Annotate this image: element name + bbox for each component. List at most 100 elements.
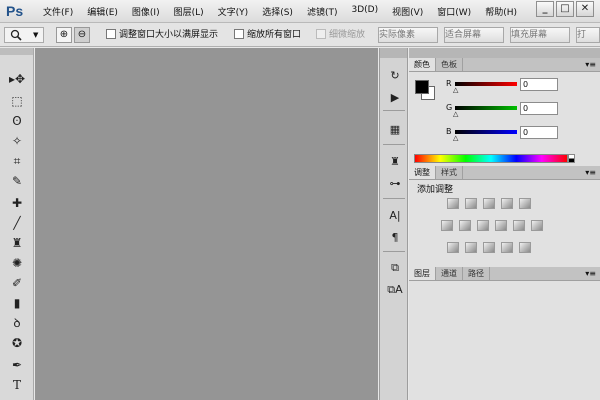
panel-menu-icon[interactable]: ▾≡ xyxy=(585,58,596,71)
channel-mixer-icon[interactable] xyxy=(513,220,525,231)
tab-adjustments[interactable]: 调整 xyxy=(409,166,436,179)
menu-help[interactable]: 帮助(H) xyxy=(478,5,524,18)
navigator-panel-icon[interactable]: ▦ xyxy=(386,122,404,138)
clone-stamp-tool-icon[interactable]: ♜ xyxy=(7,234,27,252)
dodge-tool-icon[interactable]: ✪ xyxy=(7,334,27,352)
exposure-icon[interactable] xyxy=(501,198,513,209)
tools-panel: ▸✥ ⬚ ʘ ✧ ⌗ ✎ ✚ ╱ ♜ ✺ ✐ ▮ ꝺ ✪ ✒ T xyxy=(0,48,34,400)
vibrance-icon[interactable] xyxy=(519,198,531,209)
panels-grip[interactable] xyxy=(409,48,600,58)
blue-slider[interactable] xyxy=(455,130,517,134)
zoom-out-button[interactable]: ⊖ xyxy=(74,27,90,43)
green-slider-thumb[interactable]: △ xyxy=(453,110,458,118)
menu-3d[interactable]: 3D(D) xyxy=(344,5,385,18)
crop-tool-icon[interactable]: ⌗ xyxy=(7,152,27,170)
menu-bar: Ps 文件(F) 编辑(E) 图像(I) 图层(L) 文字(Y) 选择(S) 滤… xyxy=(0,0,600,23)
green-slider[interactable] xyxy=(455,106,517,110)
menu-edit[interactable]: 编辑(E) xyxy=(80,5,125,18)
red-slider-thumb[interactable]: △ xyxy=(453,86,458,94)
marquee-tool-icon[interactable]: ⬚ xyxy=(7,92,27,110)
color-balance-icon[interactable] xyxy=(459,220,471,231)
menu-window[interactable]: 窗口(W) xyxy=(430,5,478,18)
eraser-tool-icon[interactable]: ✐ xyxy=(7,274,27,292)
lasso-tool-icon[interactable]: ʘ xyxy=(7,112,27,130)
dock-divider xyxy=(383,144,405,145)
history-panel-icon[interactable]: ↻ xyxy=(386,68,404,84)
toolbar-grip[interactable] xyxy=(0,48,33,55)
tab-swatches[interactable]: 色板 xyxy=(436,58,463,71)
panel-menu-icon[interactable]: ▾≡ xyxy=(585,166,596,179)
brush-presets-panel-icon[interactable]: ♜ xyxy=(386,154,404,170)
photo-filter-icon[interactable] xyxy=(495,220,507,231)
hue-saturation-icon[interactable] xyxy=(441,220,453,231)
quick-selection-tool-icon[interactable]: ✧ xyxy=(7,132,27,150)
blue-value-input[interactable]: 0 xyxy=(520,126,558,139)
fit-screen-button[interactable]: 适合屏幕 xyxy=(444,27,504,43)
levels-icon[interactable] xyxy=(465,198,477,209)
resize-windows-checkbox[interactable] xyxy=(106,28,116,39)
eyedropper-tool-icon[interactable]: ✎ xyxy=(7,172,27,190)
color-lookup-icon[interactable] xyxy=(531,220,543,231)
maximize-button[interactable]: □ xyxy=(556,1,574,17)
menu-image[interactable]: 图像(I) xyxy=(125,5,167,18)
add-adjustment-title: 添加调整 xyxy=(417,185,454,195)
scrubby-zoom-checkbox[interactable] xyxy=(316,28,326,39)
red-value-input[interactable]: 0 xyxy=(520,78,558,91)
black-white-icon[interactable] xyxy=(477,220,489,231)
tab-styles[interactable]: 样式 xyxy=(436,166,463,179)
healing-brush-tool-icon[interactable]: ✚ xyxy=(7,194,27,212)
panel-menu-icon[interactable]: ▾≡ xyxy=(585,267,596,280)
paragraph-panel-icon[interactable]: ¶ xyxy=(386,230,404,246)
tab-color[interactable]: 颜色 xyxy=(409,58,436,71)
move-tool-icon[interactable]: ▸✥ xyxy=(7,70,27,88)
brightness-contrast-icon[interactable] xyxy=(447,198,459,209)
selective-color-icon[interactable] xyxy=(501,242,513,253)
fill-screen-button[interactable]: 填充屏幕 xyxy=(510,27,570,43)
blue-slider-thumb[interactable]: △ xyxy=(453,134,458,142)
character-styles-panel-icon[interactable]: ⧉A xyxy=(386,282,404,298)
menu-filter[interactable]: 滤镜(T) xyxy=(300,5,345,18)
menu-select[interactable]: 选择(S) xyxy=(255,5,300,18)
tab-paths[interactable]: 路径 xyxy=(463,267,490,280)
zoom-all-windows-option[interactable]: 缩放所有窗口 xyxy=(234,27,301,40)
history-brush-tool-icon[interactable]: ✺ xyxy=(7,254,27,272)
tab-layers[interactable]: 图层 xyxy=(409,267,436,280)
green-value-input[interactable]: 0 xyxy=(520,102,558,115)
close-button[interactable]: ✕ xyxy=(576,1,594,17)
document-canvas-area[interactable] xyxy=(35,48,378,400)
dock-grip[interactable] xyxy=(380,48,407,58)
menu-type[interactable]: 文字(Y) xyxy=(211,5,256,18)
tab-channels[interactable]: 通道 xyxy=(436,267,463,280)
zoom-all-windows-checkbox[interactable] xyxy=(234,28,244,39)
blur-tool-icon[interactable]: ꝺ xyxy=(7,314,27,332)
brush-tool-icon[interactable]: ╱ xyxy=(7,214,27,232)
posterize-icon[interactable] xyxy=(465,242,477,253)
menu-file[interactable]: 文件(F) xyxy=(36,5,80,18)
foreground-color-swatch[interactable] xyxy=(415,80,429,94)
zoom-in-button[interactable]: ⊕ xyxy=(56,27,72,43)
scrubby-zoom-label: 细微缩放 xyxy=(329,30,366,40)
character-panel-icon[interactable]: A| xyxy=(386,208,404,224)
tool-presets-panel-icon[interactable]: ⊶ xyxy=(386,176,404,192)
tool-preset-picker[interactable]: ▼ xyxy=(4,27,44,43)
red-slider[interactable] xyxy=(455,82,517,86)
scrubby-zoom-option[interactable]: 细微缩放 xyxy=(316,27,365,40)
actions-panel-icon[interactable]: ▶ xyxy=(386,90,404,106)
resize-windows-option[interactable]: 调整窗口大小以满屏显示 xyxy=(106,27,218,40)
gradient-map-icon[interactable] xyxy=(519,242,531,253)
layers-panel xyxy=(409,281,600,400)
pen-tool-icon[interactable]: ✒ xyxy=(7,356,27,374)
print-size-button[interactable]: 打 xyxy=(576,27,600,43)
type-tool-icon[interactable]: T xyxy=(7,376,27,394)
black-white-ramp[interactable] xyxy=(568,154,575,163)
color-spectrum-ramp[interactable] xyxy=(414,154,568,163)
actual-pixels-button[interactable]: 实际像素 xyxy=(378,27,438,43)
gradient-tool-icon[interactable]: ▮ xyxy=(7,294,27,312)
minimize-button[interactable]: _ xyxy=(536,1,554,17)
menu-view[interactable]: 视图(V) xyxy=(385,5,430,18)
threshold-icon[interactable] xyxy=(483,242,495,253)
menu-layer[interactable]: 图层(L) xyxy=(167,5,211,18)
curves-icon[interactable] xyxy=(483,198,495,209)
invert-icon[interactable] xyxy=(447,242,459,253)
paragraph-styles-panel-icon[interactable]: ⧉ xyxy=(386,260,404,276)
